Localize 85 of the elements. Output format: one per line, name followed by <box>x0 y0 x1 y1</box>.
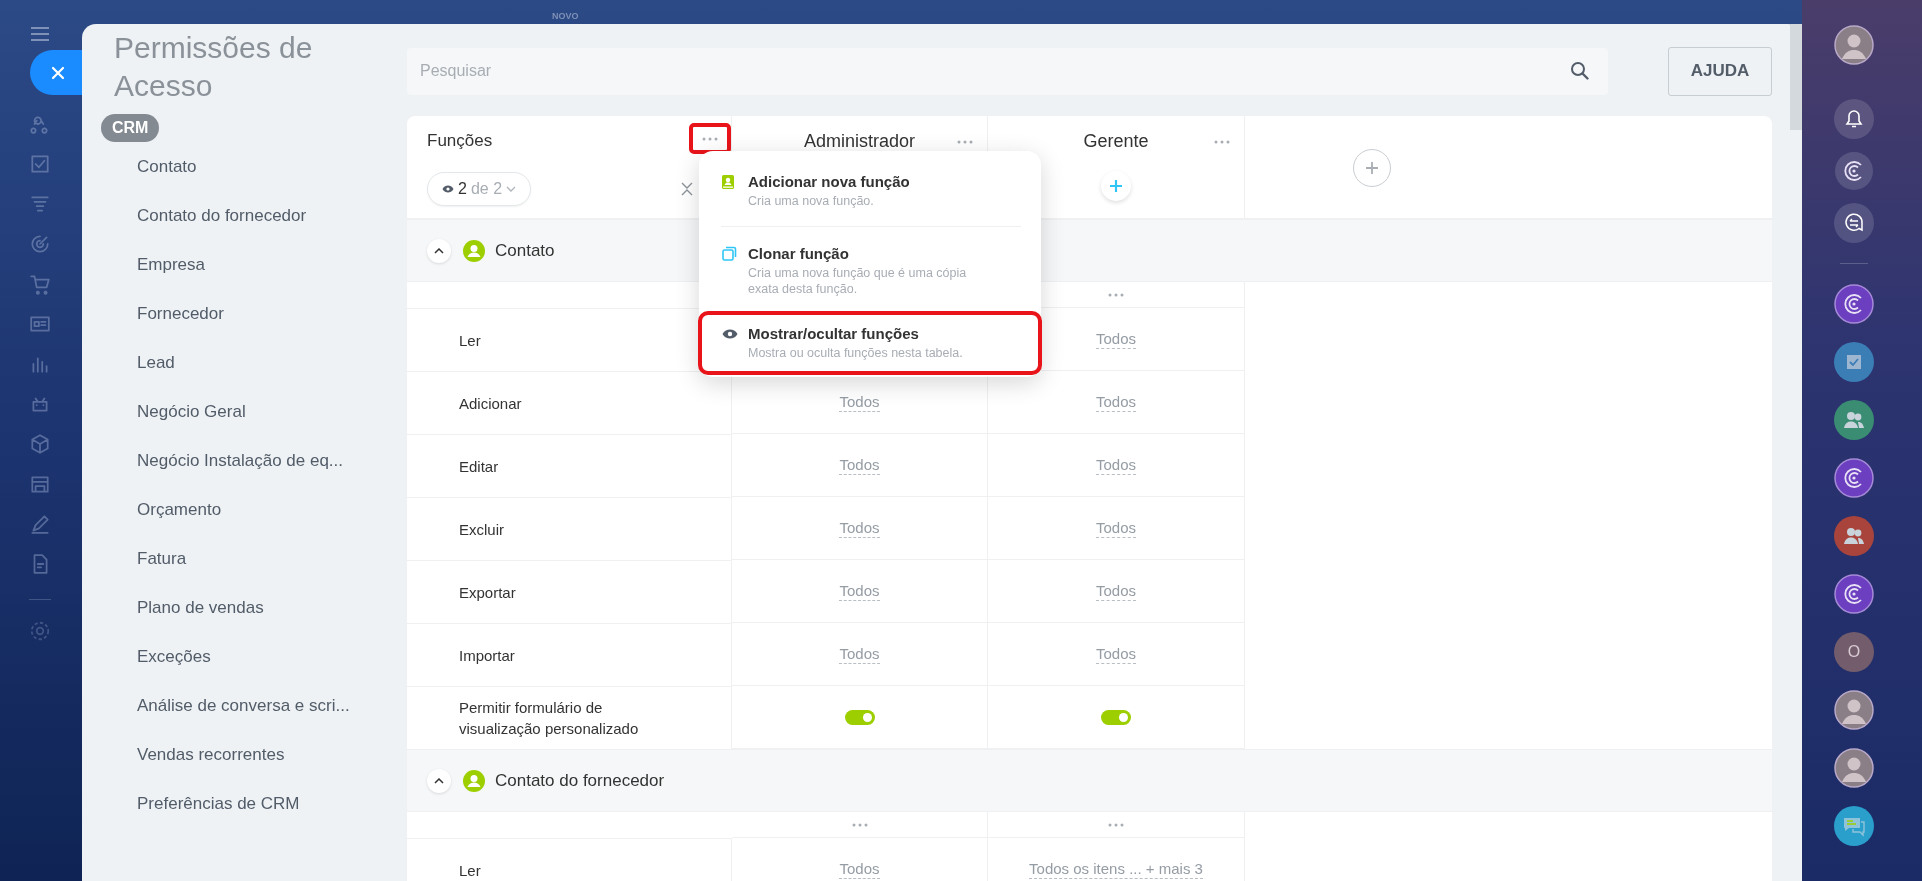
more-icon[interactable] <box>702 136 718 141</box>
eye-icon <box>722 328 738 339</box>
box-icon[interactable] <box>29 433 51 455</box>
copilot-icon[interactable] <box>1834 284 1874 324</box>
menu-icon[interactable] <box>30 26 50 42</box>
sidebar-item[interactable]: Vendas recorrentes <box>137 730 285 779</box>
group-badge[interactable]: CRM <box>101 114 160 142</box>
search-field[interactable]: Pesquisar <box>407 47 1608 95</box>
copilot-icon[interactable] <box>1834 458 1874 498</box>
collapse-button[interactable] <box>427 238 451 263</box>
section-title: Contato do fornecedor <box>495 770 665 791</box>
menu-item[interactable]: Mostrar/ocultar funções Mostra ou oculta funções nesta tabela. <box>698 311 1042 375</box>
sidebar-item[interactable]: Contato <box>137 142 197 191</box>
add-role-button[interactable] <box>1353 149 1391 187</box>
column-title: Funções <box>427 131 493 151</box>
chevron-icon <box>434 777 444 784</box>
close-button[interactable] <box>30 50 82 95</box>
menu-item[interactable]: Clonar função Cria uma nova função que é uma cópia exata desta função. <box>698 231 1042 311</box>
chat-icon[interactable] <box>1834 203 1874 243</box>
chevron-down-icon <box>506 186 517 192</box>
bell-icon[interactable] <box>1834 99 1874 139</box>
section-title: Contato <box>495 240 555 261</box>
sidebar-item[interactable]: Fornecedor <box>137 289 224 338</box>
permission-label: Ler <box>459 860 482 881</box>
plus-icon <box>1109 179 1123 193</box>
contact-book-icon <box>722 174 734 189</box>
avatar[interactable] <box>1834 748 1874 788</box>
sidebar-item[interactable]: Contato do fornecedor <box>137 191 307 240</box>
role-title: Gerente <box>1083 131 1149 153</box>
group-icon[interactable] <box>1834 400 1874 440</box>
sidebar-item[interactable]: Orçamento <box>137 485 222 534</box>
permission-label: Excluir <box>459 519 505 540</box>
copilot-icon[interactable] <box>1834 151 1874 191</box>
menu-item[interactable]: Adicionar nova função Cria uma nova função. <box>698 159 1042 223</box>
eye-icon <box>442 185 454 193</box>
permission-label: Ler <box>459 330 482 351</box>
sidebar-item[interactable]: Negócio Geral <box>137 387 246 436</box>
search-icon[interactable] <box>1570 60 1590 81</box>
copilot-icon[interactable] <box>1834 574 1874 614</box>
contact-avatar[interactable]: O <box>1834 632 1874 672</box>
sidebar-item[interactable]: Preferências de CRM <box>137 779 300 828</box>
toggle-switch[interactable] <box>1101 709 1131 725</box>
sidebar-item[interactable]: Lead <box>137 338 175 387</box>
settings-icon[interactable] <box>29 620 51 642</box>
user-icon <box>463 769 485 792</box>
permission-label: Exportar <box>459 582 517 603</box>
checkbox-icon[interactable] <box>29 153 51 175</box>
visible-roles-filter[interactable]: 2 de 2 <box>427 172 532 206</box>
new-label: NOVO <box>552 11 579 21</box>
avatar[interactable] <box>1834 25 1874 65</box>
permission-label: Editar <box>459 456 500 477</box>
add-button[interactable] <box>1101 171 1131 201</box>
more-icon[interactable] <box>1108 292 1124 297</box>
sidebar-item[interactable]: Exceções <box>137 632 211 681</box>
user-icon <box>463 239 485 262</box>
collapse-button[interactable] <box>427 768 451 793</box>
avatar[interactable] <box>1834 690 1874 730</box>
sidebar-item[interactable]: Empresa <box>137 240 206 289</box>
more-icon[interactable] <box>851 822 868 827</box>
sidebar-item[interactable]: Plano de vendas <box>137 583 264 632</box>
sidebar-item[interactable]: Fatura <box>137 534 187 583</box>
permission-label: Importar <box>459 645 516 666</box>
checkbox-icon[interactable] <box>1834 342 1874 382</box>
cart-icon[interactable] <box>29 273 51 295</box>
sidebar-item[interactable]: Análise de conversa e scri... <box>137 681 350 730</box>
more-icon[interactable] <box>957 140 973 144</box>
help-button[interactable]: AJUDA <box>1668 46 1772 96</box>
sidebar-item[interactable]: Negócio Instalação de eq... <box>137 436 344 485</box>
page-title: Permissões de Acesso <box>114 30 314 104</box>
scrollbar[interactable] <box>1790 24 1802 130</box>
more-icon[interactable] <box>1108 822 1124 827</box>
permission-label: Permitir formulário de visualização personalizado <box>459 698 640 739</box>
permission-label: Adicionar <box>459 393 523 414</box>
chat-icon[interactable] <box>1834 806 1874 846</box>
close-icon <box>50 64 66 81</box>
plus-icon <box>1365 161 1379 175</box>
target-icon[interactable] <box>29 233 51 255</box>
pen-icon[interactable] <box>29 513 51 535</box>
chevron-icon <box>434 247 444 254</box>
toggle-switch[interactable] <box>844 709 875 725</box>
more-icon[interactable] <box>1214 140 1230 144</box>
collapse-icon[interactable] <box>681 182 693 196</box>
group-icon[interactable] <box>1834 516 1874 556</box>
copy-icon <box>722 246 737 261</box>
role-title: Administrador <box>803 131 915 153</box>
